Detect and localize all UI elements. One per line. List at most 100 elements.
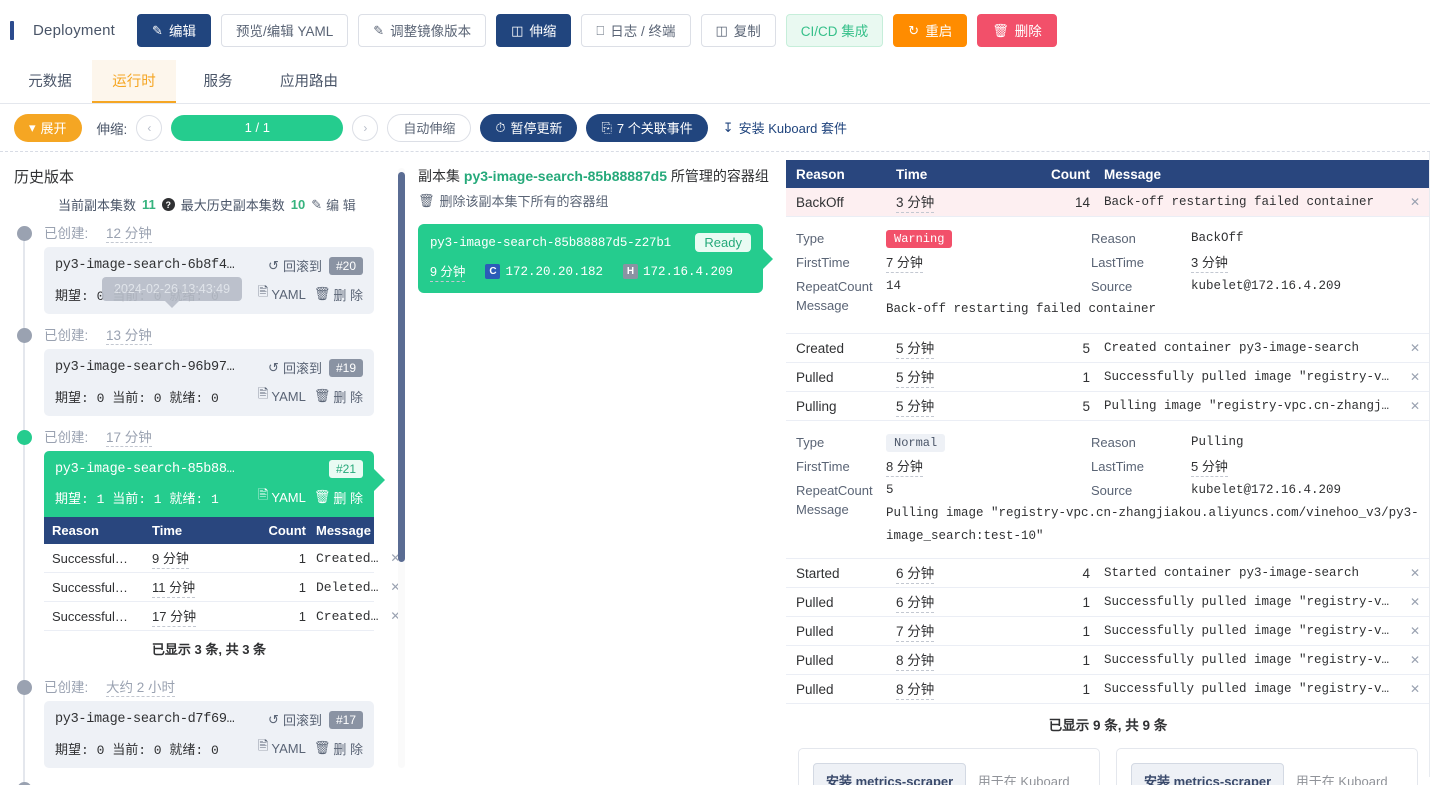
table-row[interactable]: Pulled 7 分钟 1 Successfully pulled image … [786, 617, 1430, 646]
related-events-button[interactable]: ⎘ 7 个关联事件 [586, 113, 708, 142]
close-icon[interactable]: ✕ [1400, 195, 1420, 209]
close-icon[interactable]: ✕ [1400, 624, 1420, 638]
scale-progress-bar[interactable]: 1 / 1 [171, 114, 344, 141]
cicd-integration-button[interactable]: CI/CD 集成 [785, 13, 884, 47]
revision-badge[interactable]: #20 [328, 256, 363, 275]
close-icon[interactable]: ✕ [1400, 682, 1420, 696]
left-panel-scrollbar-thumb[interactable] [398, 172, 405, 562]
rollback-button[interactable]: ↺ 回滚到 [268, 358, 322, 377]
scale-increment-button[interactable]: › [352, 114, 379, 141]
close-icon[interactable]: ✕ [1400, 341, 1420, 355]
cell-message: Started container py3-image-search [1104, 566, 1360, 580]
cell-reason: Started [796, 565, 840, 581]
replicaset-pods-title: 副本集 py3-image-search-85b88887d5 所管理的容器组 [418, 166, 776, 186]
created-label: 已创建: [44, 328, 89, 343]
top-toolbar: Deployment ✎ 编辑 预览/编辑 YAML ✎ 调整镜像版本 ◫ 伸缩… [0, 0, 1430, 60]
table-row[interactable]: Successful… 17 分钟 1 Created… ✕ [44, 602, 400, 631]
table-row[interactable]: Pulling 5 分钟 5 Pulling image "registry-v… [786, 392, 1430, 421]
edit-button[interactable]: ✎ 编辑 [137, 13, 211, 47]
detail-type-label: Type [796, 230, 825, 246]
revision-yaml-button[interactable]: 🖹 YAML [258, 385, 306, 407]
cell-reason: Created [796, 340, 845, 356]
cell-time: 9 分钟 [152, 548, 189, 569]
table-row[interactable]: Successful… 11 分钟 1 Deleted… ✕ [44, 573, 400, 602]
trash-icon: 🗑 [313, 740, 331, 755]
revision-badge[interactable]: #17 [328, 710, 363, 729]
copy-icon: ◫ [715, 22, 728, 38]
delete-button[interactable]: 🗑 删除 [977, 13, 1057, 47]
revision-yaml-button[interactable]: 🖹 YAML [258, 486, 306, 508]
restart-button[interactable]: ↻ 重启 [893, 13, 968, 47]
revision-card[interactable]: py3-image-search-d7f69… ↺ 回滚到 #17 期望: 0 … [44, 701, 374, 768]
column-count: Count [268, 523, 306, 538]
tab-runtime[interactable]: 运行时 [92, 60, 176, 103]
revision-delete-button[interactable]: 🗑 删 除 [314, 488, 363, 507]
close-icon[interactable]: ✕ [1400, 653, 1420, 667]
adjust-image-version-button[interactable]: ✎ 调整镜像版本 [358, 13, 487, 47]
logs-terminal-button[interactable]: ⎕ 日志 / 终端 [581, 13, 691, 47]
help-icon[interactable]: ? [161, 198, 175, 211]
title-accent-bar [10, 20, 14, 40]
pod-card[interactable]: py3-image-search-85b88887d5-z27b1 Ready … [418, 224, 773, 293]
install-metrics-scraper-button[interactable]: 安装 metrics-scraper [813, 763, 967, 785]
revision-delete-button[interactable]: 🗑 删 除 [314, 739, 363, 758]
table-row[interactable]: Pulled 8 分钟 1 Successfully pulled image … [786, 646, 1430, 675]
table-row[interactable]: Started 6 分钟 4 Started container py3-ima… [786, 559, 1430, 588]
revision-yaml-label: YAML [271, 388, 306, 404]
close-icon[interactable]: ✕ [1400, 370, 1420, 384]
scale-button[interactable]: ◫ 伸缩 [496, 13, 572, 47]
install-metrics-scraper-button[interactable]: 安装 metrics-scraper [1131, 763, 1285, 785]
column-reason: Reason [52, 523, 99, 538]
cell-reason: Pulled [796, 681, 834, 697]
detail-firsttime-value: 7 分钟 [886, 252, 923, 273]
revision-yaml-button[interactable]: 🖹 YAML [258, 737, 306, 759]
logs-terminal-label: 日志 / 终端 [610, 24, 676, 39]
timeline-item: 已创建: 13 分钟 py3-image-search-96b97… ↺ 回滚到… [17, 324, 408, 416]
revision-created-header: 已创建: 12 分钟 [44, 222, 408, 243]
revision-badge[interactable]: #21 [328, 460, 363, 478]
revision-events-total: 已显示 3 条, 共 3 条 [151, 642, 267, 657]
tab-bar: 元数据 运行时 服务 应用路由 [0, 60, 1430, 104]
revision-card-active[interactable]: py3-image-search-85b88… #21 期望: 1 当前: 1 … [44, 451, 385, 517]
table-row[interactable]: Successful… 9 分钟 1 Created… ✕ [44, 544, 400, 573]
revision-card[interactable]: py3-image-search-6b8f4… ↺ 回滚到 #20 期望: 0 … [44, 247, 374, 314]
autoscale-button[interactable]: 自动伸缩 [387, 113, 472, 142]
trash-icon: 🗑 [313, 286, 331, 301]
close-icon[interactable]: ✕ [1400, 399, 1420, 413]
table-row[interactable]: Created 5 分钟 5 Created container py3-ima… [786, 334, 1430, 363]
chevron-down-icon: ▾ [29, 119, 36, 135]
tab-app-routes[interactable]: 应用路由 [260, 60, 358, 103]
revision-card[interactable]: py3-image-search-96b97… ↺ 回滚到 #19 期望: 0 … [44, 349, 374, 416]
detail-source-value: kubelet@172.16.4.209 [1191, 483, 1342, 497]
scale-decrement-button[interactable]: ‹ [136, 114, 163, 141]
close-icon[interactable]: ✕ [1400, 566, 1420, 580]
table-row[interactable]: BackOff 3 分钟 14 Back-off restarting fail… [786, 188, 1430, 217]
copy-button[interactable]: ◫ 复制 [700, 13, 776, 47]
tab-metadata[interactable]: 元数据 [8, 60, 92, 103]
edit-max-history-button[interactable]: ✎ 编 辑 [311, 195, 356, 214]
delete-all-pods-button[interactable]: 🗑 删除该副本集下所有的容器组 [418, 191, 609, 210]
table-row[interactable]: Pulled 8 分钟 1 Successfully pulled image … [786, 675, 1430, 704]
events-panel: Reason Time Count Message BackOff 3 分钟 1… [786, 152, 1430, 785]
refresh-icon: ↻ [908, 22, 920, 38]
revision-yaml-button[interactable]: 🖹 YAML [258, 283, 306, 305]
revision-delete-button[interactable]: 🗑 删 除 [314, 387, 363, 406]
close-icon[interactable]: ✕ [1400, 595, 1420, 609]
rollback-button[interactable]: ↺ 回滚到 [268, 256, 322, 275]
detail-firsttime-value: 8 分钟 [886, 456, 923, 477]
pencil-icon: ✎ [373, 22, 385, 38]
table-row[interactable]: Pulled 6 分钟 1 Successfully pulled image … [786, 588, 1430, 617]
revision-delete-button[interactable]: 🗑 删 除 [314, 285, 363, 304]
pause-update-button[interactable]: ⏱ 暂停更新 [480, 113, 578, 142]
expand-button[interactable]: ▾ 展开 [14, 113, 82, 142]
preview-edit-yaml-button[interactable]: 预览/编辑 YAML [220, 13, 349, 47]
detail-lasttime-value: 5 分钟 [1191, 456, 1228, 477]
install-kuboard-suite-link[interactable]: ↧ 安装 Kuboard 套件 [723, 118, 847, 137]
trash-icon: 🗑 [313, 489, 331, 504]
scale-icon: ◫ [511, 22, 524, 38]
trash-icon: 🗑 [313, 388, 331, 403]
revision-badge[interactable]: #19 [328, 358, 363, 377]
rollback-button[interactable]: ↺ 回滚到 [268, 710, 322, 729]
table-row[interactable]: Pulled 5 分钟 1 Successfully pulled image … [786, 363, 1430, 392]
tab-services[interactable]: 服务 [176, 60, 260, 103]
